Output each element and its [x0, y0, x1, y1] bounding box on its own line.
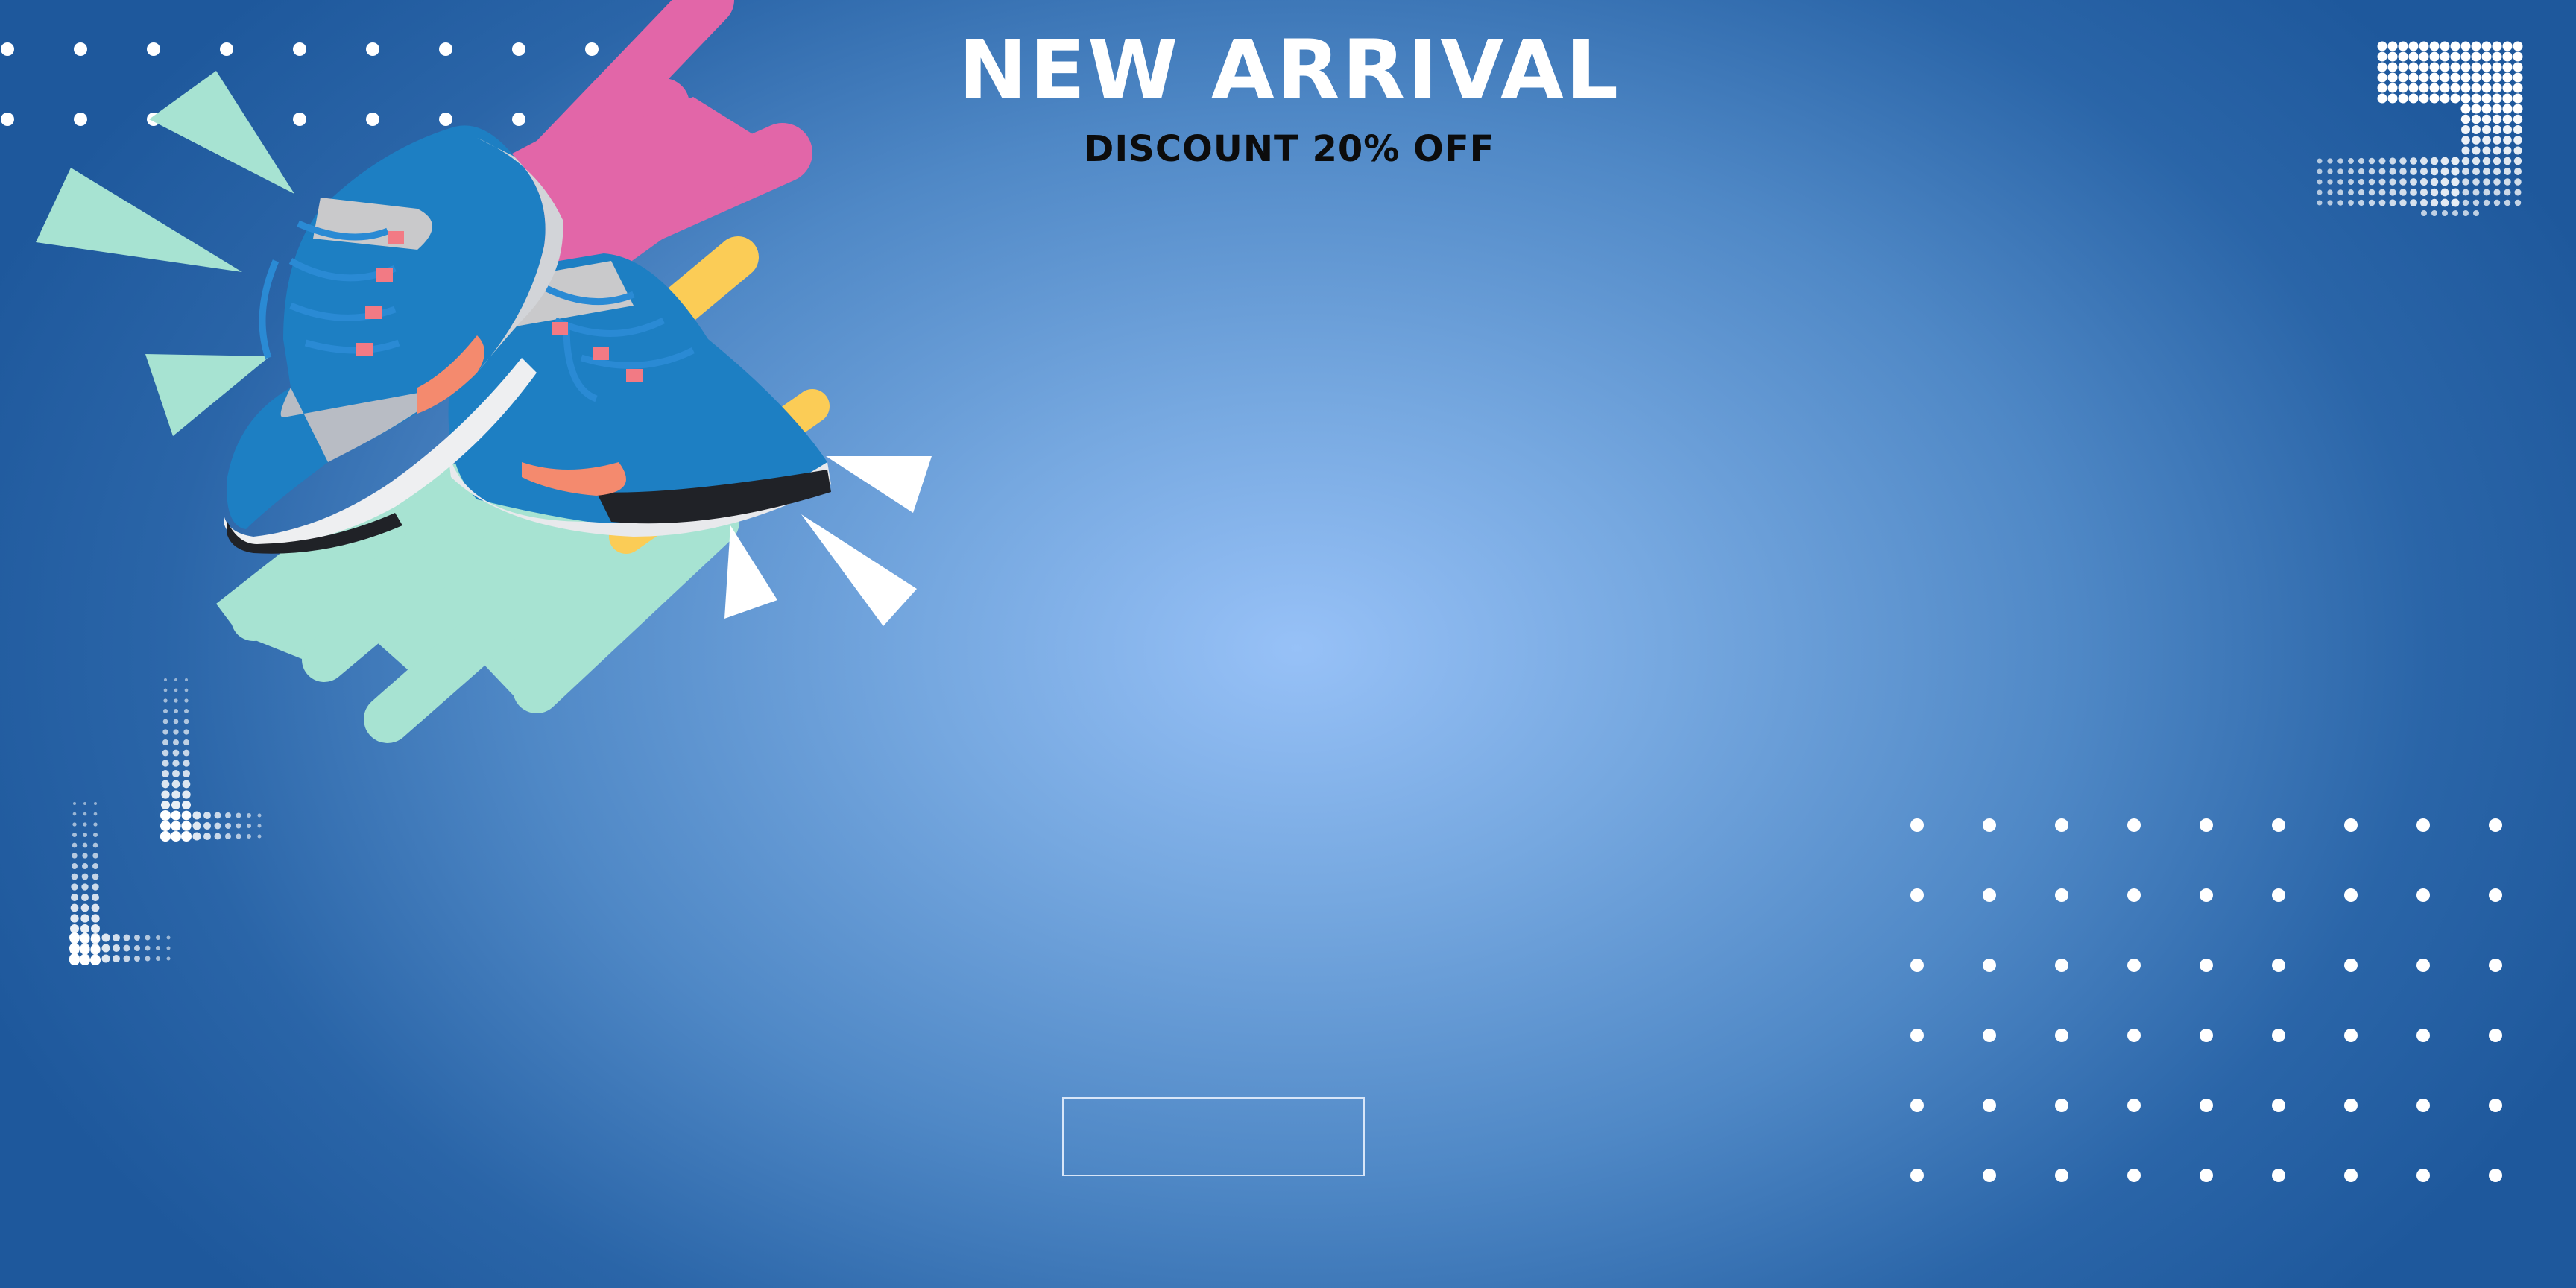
- mint-triangles: [36, 71, 294, 436]
- promo-banner: NEW ARRIVAL DISCOUNT 20% OFF: [0, 0, 2576, 1288]
- hero-graphic: [36, 0, 932, 743]
- discount-subtitle: DISCOUNT 20% OFF: [1084, 128, 1495, 170]
- cta-button[interactable]: [1062, 1097, 1365, 1176]
- headline: NEW ARRIVAL: [958, 22, 1621, 118]
